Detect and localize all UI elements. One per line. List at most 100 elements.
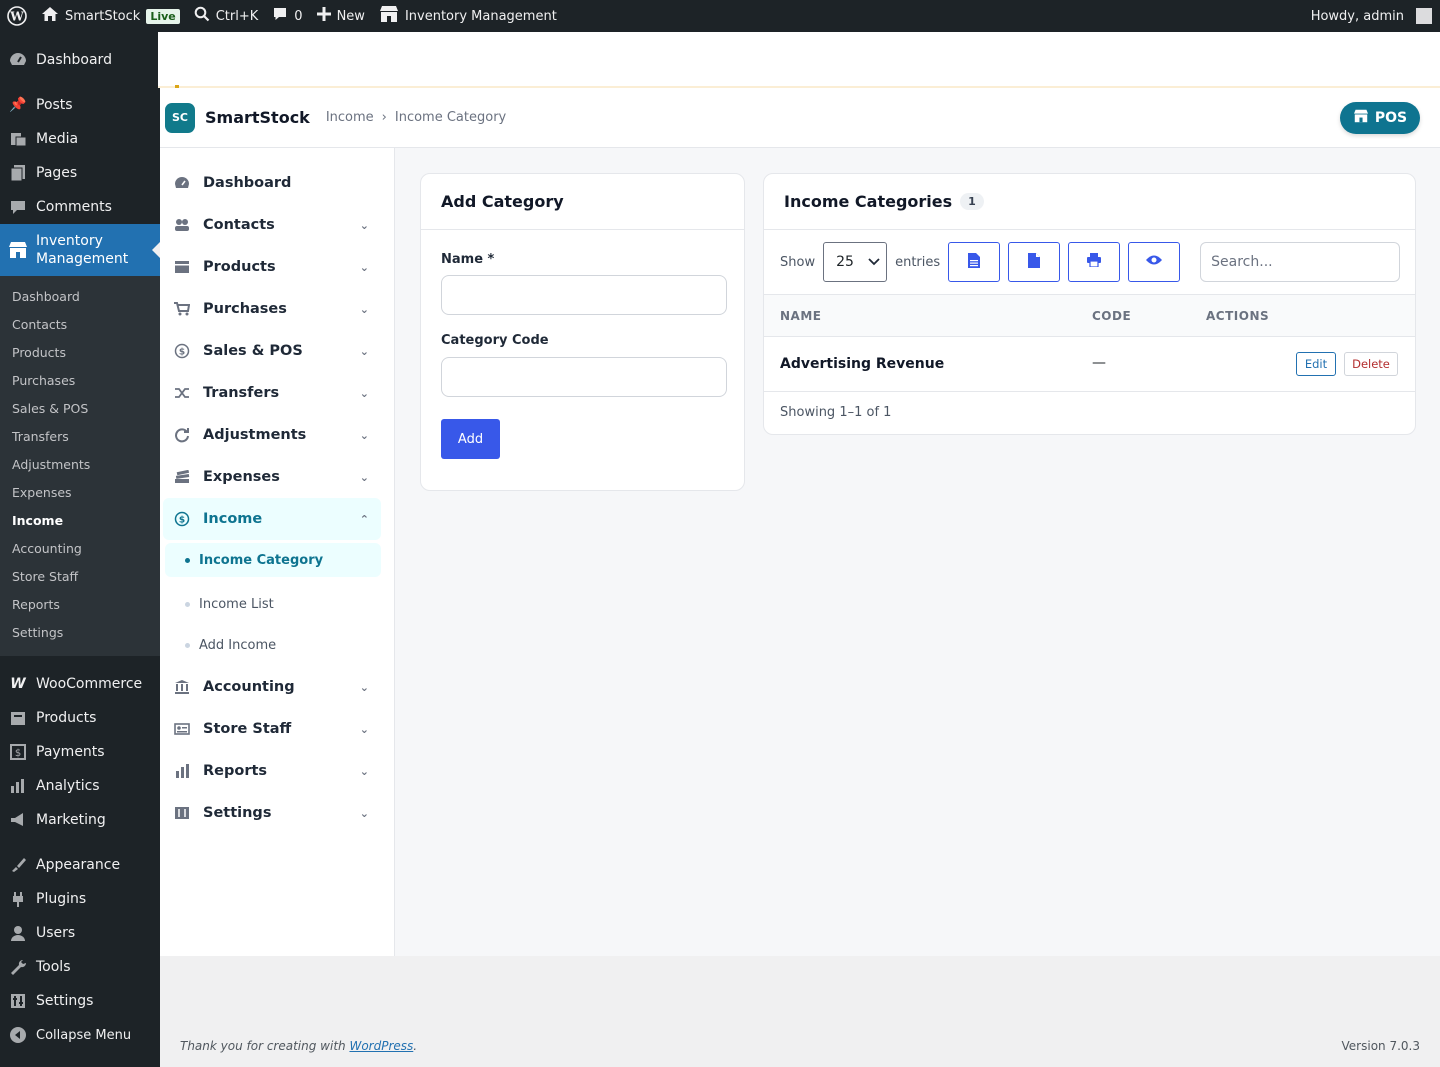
nav-income[interactable]: $ Income ⌃ bbox=[163, 498, 381, 540]
nav-sales-pos[interactable]: $ Sales & POS ⌄ bbox=[163, 330, 381, 372]
nav-label: Income bbox=[203, 511, 263, 527]
chevron-down-icon: ⌄ bbox=[359, 344, 369, 358]
menu-tools[interactable]: Tools bbox=[0, 950, 160, 984]
submenu-products[interactable]: Products bbox=[0, 339, 160, 367]
nav-add-income[interactable]: Add Income bbox=[165, 625, 381, 666]
nav-dashboard[interactable]: Dashboard bbox=[163, 162, 381, 204]
table-toolbar: Show 25 entries Search... bbox=[764, 230, 1415, 295]
dashboard-icon bbox=[8, 50, 28, 70]
menu-media[interactable]: Media bbox=[0, 122, 160, 156]
nav-label: Reports bbox=[203, 763, 268, 779]
search-input[interactable]: Search... bbox=[1200, 242, 1401, 282]
menu-appearance[interactable]: Appearance bbox=[0, 848, 160, 882]
nav-label: Expenses bbox=[203, 469, 280, 485]
svg-text:$: $ bbox=[179, 348, 185, 358]
my-account-link[interactable]: Howdy, admin bbox=[1304, 0, 1440, 32]
nav-expenses[interactable]: Expenses ⌄ bbox=[163, 456, 381, 498]
nav-store-staff[interactable]: Store Staff ⌄ bbox=[163, 708, 381, 750]
add-button[interactable]: Add bbox=[441, 419, 500, 459]
collapse-menu-button[interactable]: Collapse Menu bbox=[0, 1018, 160, 1052]
wordpress-logo-icon[interactable]: W bbox=[0, 0, 34, 32]
menu-pages[interactable]: Pages bbox=[0, 156, 160, 190]
gauge-icon bbox=[173, 176, 191, 190]
submenu-contacts[interactable]: Contacts bbox=[0, 311, 160, 339]
nav-income-category[interactable]: Income Category bbox=[165, 543, 381, 577]
submenu-expenses[interactable]: Expenses bbox=[0, 479, 160, 507]
cart-icon bbox=[173, 302, 191, 316]
nav-sub-label: Income Category bbox=[199, 552, 324, 568]
new-content-link[interactable]: New bbox=[310, 0, 372, 32]
comments-link[interactable]: 0 bbox=[265, 0, 309, 32]
menu-label: Settings bbox=[36, 993, 94, 1009]
print-button[interactable] bbox=[1068, 242, 1121, 282]
nav-reports[interactable]: Reports ⌄ bbox=[163, 750, 381, 792]
bullet-icon bbox=[185, 557, 190, 563]
menu-comments[interactable]: Comments bbox=[0, 190, 160, 224]
bank-icon bbox=[173, 680, 191, 694]
page-size-select[interactable]: 25 bbox=[823, 242, 888, 282]
breadcrumb-income[interactable]: Income bbox=[326, 110, 374, 125]
category-code-input[interactable] bbox=[441, 357, 727, 397]
page-size-value: 25 bbox=[836, 254, 854, 270]
nav-settings[interactable]: Settings ⌄ bbox=[163, 792, 381, 834]
edit-button[interactable]: Edit bbox=[1296, 352, 1336, 376]
nav-adjustments[interactable]: Adjustments ⌄ bbox=[163, 414, 381, 456]
menu-analytics[interactable]: Analytics bbox=[0, 769, 160, 803]
menu-label: Collapse Menu bbox=[36, 1027, 132, 1043]
search-shortcut: Ctrl+K bbox=[215, 8, 259, 24]
refresh-icon bbox=[173, 427, 191, 443]
menu-inventory-management[interactable]: Inventory Management bbox=[0, 224, 160, 276]
submenu-reports[interactable]: Reports bbox=[0, 591, 160, 619]
submenu-settings[interactable]: Settings bbox=[0, 619, 160, 647]
chevron-down-icon: ⌄ bbox=[359, 764, 369, 778]
menu-label: Users bbox=[36, 925, 76, 941]
menu-posts[interactable]: 📌 Posts bbox=[0, 88, 160, 122]
bullet-icon bbox=[185, 643, 190, 648]
menu-woo-products[interactable]: Products bbox=[0, 701, 160, 735]
delete-button[interactable]: Delete bbox=[1344, 352, 1398, 376]
income-categories-title: Income Categories bbox=[784, 192, 953, 211]
menu-marketing[interactable]: Marketing bbox=[0, 803, 160, 837]
column-name[interactable]: NAME bbox=[780, 309, 821, 323]
name-input[interactable] bbox=[441, 275, 727, 315]
category-code-label: Category Code bbox=[441, 333, 549, 348]
menu-settings[interactable]: Settings bbox=[0, 984, 160, 1018]
column-visibility-button[interactable] bbox=[1128, 242, 1181, 282]
store-icon bbox=[379, 5, 399, 27]
inventory-management-link[interactable]: Inventory Management bbox=[372, 0, 564, 32]
submenu-store-staff[interactable]: Store Staff bbox=[0, 563, 160, 591]
settings-icon bbox=[173, 806, 191, 820]
submenu-sales-pos[interactable]: Sales & POS bbox=[0, 395, 160, 423]
submenu-accounting[interactable]: Accounting bbox=[0, 535, 160, 563]
submenu-purchases[interactable]: Purchases bbox=[0, 367, 160, 395]
wordpress-link[interactable]: WordPress bbox=[349, 1039, 413, 1053]
pos-button[interactable]: POS bbox=[1340, 102, 1420, 134]
menu-dashboard[interactable]: Dashboard bbox=[0, 43, 160, 77]
menu-users[interactable]: Users bbox=[0, 916, 160, 950]
plus-icon bbox=[316, 7, 331, 25]
pos-label: POS bbox=[1374, 110, 1408, 126]
site-name-link[interactable]: SmartStock Live bbox=[34, 0, 187, 32]
nav-accounting[interactable]: Accounting ⌄ bbox=[163, 666, 381, 708]
export-csv-button[interactable] bbox=[948, 242, 1001, 282]
chevron-down-icon bbox=[868, 254, 880, 270]
nav-purchases[interactable]: Purchases ⌄ bbox=[163, 288, 381, 330]
export-pdf-button[interactable] bbox=[1008, 242, 1061, 282]
submenu-dashboard[interactable]: Dashboard bbox=[0, 283, 160, 311]
column-code[interactable]: CODE bbox=[1092, 309, 1131, 323]
submenu-income[interactable]: Income bbox=[0, 507, 160, 535]
menu-payments[interactable]: $ Payments bbox=[0, 735, 160, 769]
nav-income-list[interactable]: Income List bbox=[165, 584, 381, 625]
submenu-transfers[interactable]: Transfers bbox=[0, 423, 160, 451]
chevron-down-icon: ⌄ bbox=[359, 302, 369, 316]
menu-plugins[interactable]: Plugins bbox=[0, 882, 160, 916]
submenu-adjustments[interactable]: Adjustments bbox=[0, 451, 160, 479]
nav-transfers[interactable]: Transfers ⌄ bbox=[163, 372, 381, 414]
nav-products[interactable]: Products ⌄ bbox=[163, 246, 381, 288]
chevron-down-icon: ⌄ bbox=[359, 428, 369, 442]
command-palette-button[interactable]: Ctrl+K bbox=[187, 0, 266, 32]
nav-contacts[interactable]: Contacts ⌄ bbox=[163, 204, 381, 246]
breadcrumb-separator: › bbox=[381, 110, 387, 125]
menu-woocommerce[interactable]: W WooCommerce bbox=[0, 667, 160, 701]
dollar-circle-icon: $ bbox=[173, 511, 191, 527]
